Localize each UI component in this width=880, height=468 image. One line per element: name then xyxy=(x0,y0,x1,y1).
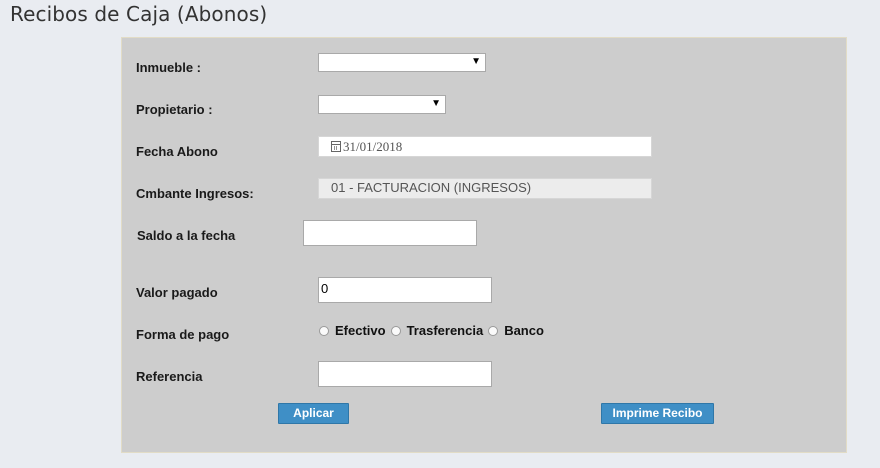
radio-label: Efectivo xyxy=(335,323,386,338)
forma-pago-options: Efectivo Trasferencia Banco xyxy=(319,323,549,338)
radio-option-trasferencia[interactable]: Trasferencia xyxy=(390,323,484,338)
fecha-abono-label: Fecha Abono xyxy=(136,144,218,159)
radio-label: Trasferencia xyxy=(406,323,484,338)
chevron-down-icon: ▼ xyxy=(431,98,441,109)
saldo-fecha-input[interactable] xyxy=(303,220,477,246)
page-title: Recibos de Caja (Abonos) xyxy=(10,2,268,26)
radio-label: Banco xyxy=(504,323,544,338)
cmbante-ingresos-label: Cmbante Ingresos: xyxy=(136,186,254,201)
fecha-abono-input[interactable]: 31/01/2018 xyxy=(318,136,652,157)
forma-pago-label: Forma de pago xyxy=(136,327,230,342)
receipt-form-panel: Inmueble : ▼ Propietario : ▼ Fecha Abono… xyxy=(121,37,847,453)
valor-pagado-label: Valor pagado xyxy=(136,285,218,300)
propietario-label: Propietario : xyxy=(136,102,213,117)
calendar-icon[interactable] xyxy=(331,141,341,152)
fecha-abono-value: 31/01/2018 xyxy=(343,139,403,154)
radio-option-banco[interactable]: Banco xyxy=(488,323,544,338)
referencia-label: Referencia xyxy=(136,369,203,384)
aplicar-button[interactable]: Aplicar xyxy=(278,403,349,424)
radio-option-efectivo[interactable]: Efectivo xyxy=(319,323,386,338)
valor-pagado-input[interactable]: 0 xyxy=(318,277,492,303)
referencia-input[interactable] xyxy=(318,361,492,387)
radio-button[interactable] xyxy=(488,325,499,336)
chevron-down-icon: ▼ xyxy=(471,56,481,67)
inmueble-select[interactable]: ▼ xyxy=(318,53,486,72)
propietario-select[interactable]: ▼ xyxy=(318,95,446,114)
cmbante-ingresos-field: 01 - FACTURACION (INGRESOS) xyxy=(318,178,652,199)
saldo-fecha-label: Saldo a la fecha xyxy=(137,228,236,243)
radio-button[interactable] xyxy=(390,325,401,336)
radio-button[interactable] xyxy=(319,325,329,336)
imprime-recibo-button[interactable]: Imprime Recibo xyxy=(601,403,714,424)
inmueble-label: Inmueble : xyxy=(136,60,202,75)
